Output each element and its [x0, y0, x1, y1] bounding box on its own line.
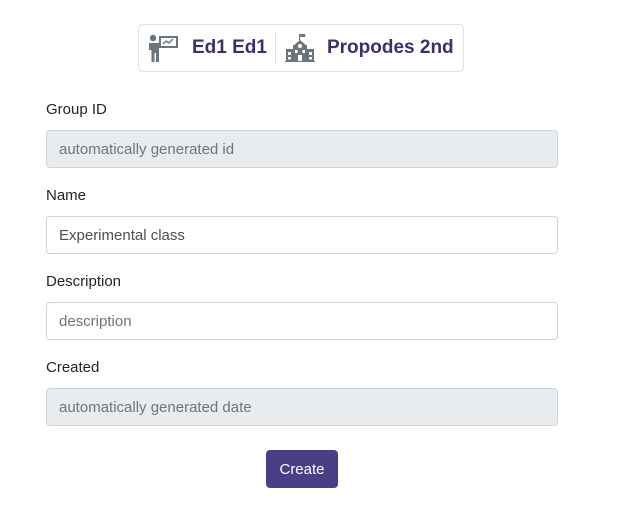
- group-id-label: Group ID: [46, 101, 107, 118]
- group-id-field: automatically generated id: [46, 130, 558, 168]
- created-label: Created: [46, 359, 100, 376]
- name-value: Experimental class: [59, 226, 185, 244]
- teacher-name: Ed1 Ed1: [192, 37, 267, 58]
- create-group-page: Ed1 Ed1 Propodes 2nd Group ID automatica…: [0, 0, 617, 508]
- teacher-segment[interactable]: Ed1 Ed1: [139, 25, 275, 71]
- description-label: Description: [46, 273, 122, 290]
- school-segment[interactable]: Propodes 2nd: [276, 25, 454, 71]
- group-id-value: automatically generated id: [59, 140, 235, 158]
- created-field: automatically generated date: [46, 388, 558, 426]
- teacher-presentation-icon: [147, 34, 179, 62]
- school-name: Propodes 2nd: [326, 37, 454, 58]
- created-value: automatically generated date: [59, 398, 252, 416]
- description-placeholder: description: [59, 312, 132, 330]
- school-building-icon: [284, 34, 315, 62]
- create-button[interactable]: Create: [266, 450, 338, 488]
- header-card: Ed1 Ed1 Propodes 2nd: [138, 24, 464, 72]
- name-input[interactable]: Experimental class: [46, 216, 558, 254]
- name-label: Name: [46, 187, 87, 204]
- description-input[interactable]: description: [46, 302, 558, 340]
